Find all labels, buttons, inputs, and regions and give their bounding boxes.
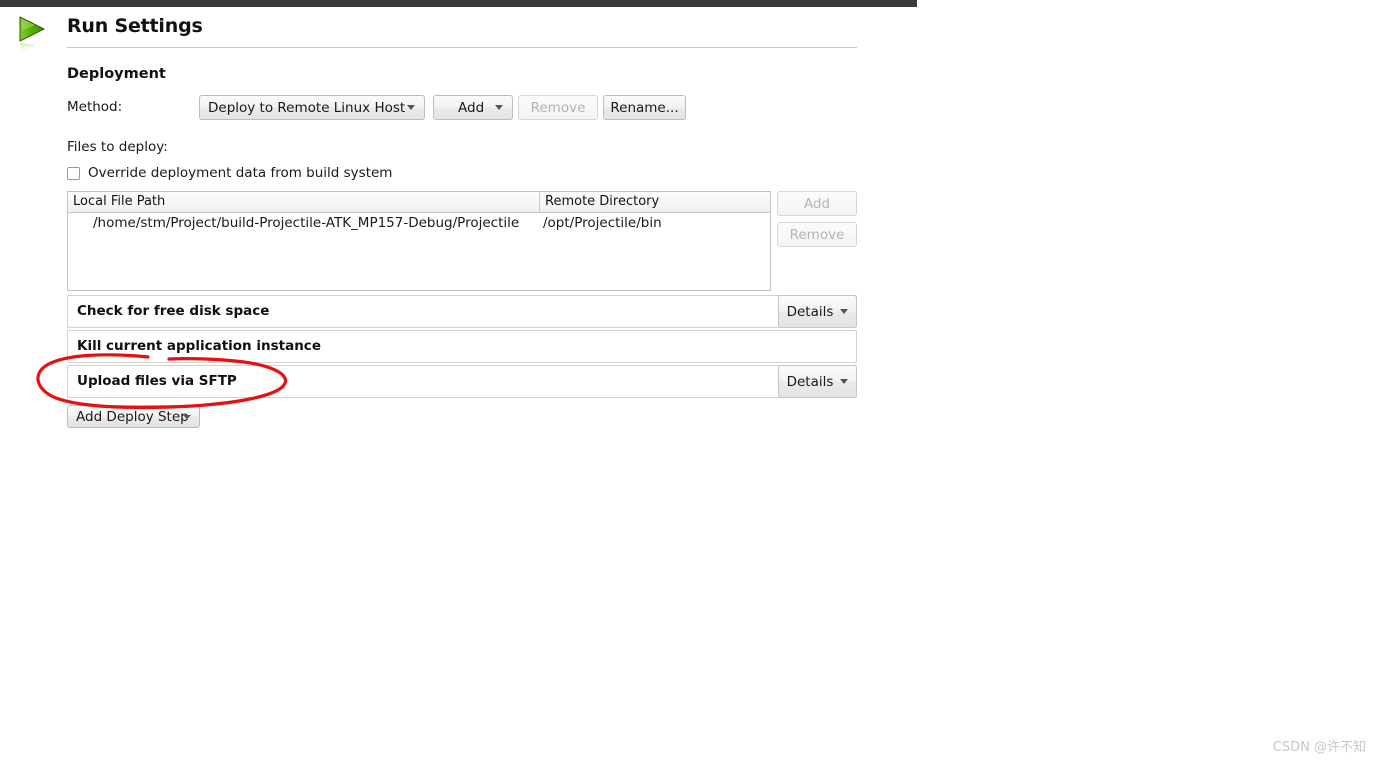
header-divider [67,47,857,48]
page-title: Run Settings [67,15,203,37]
table-row[interactable]: /home/stm/Project/build-Projectile-ATK_M… [68,213,770,234]
rename-method-button[interactable]: Rename... [603,95,686,120]
method-combobox[interactable]: Deploy to Remote Linux Host [199,95,425,120]
add-deploy-step-button-label: Add Deploy Step [76,408,189,425]
override-deployment-data-row[interactable]: Override deployment data from build syst… [67,164,392,182]
override-deployment-data-checkbox[interactable] [67,166,80,180]
column-header-remote-directory[interactable]: Remote Directory [540,192,770,212]
deployment-section-title: Deployment [67,66,166,82]
chevron-down-icon [407,105,415,110]
add-deploy-step-button[interactable]: Add Deploy Step [67,405,200,428]
files-remove-button: Remove [777,222,857,247]
chevron-down-icon [495,105,503,110]
remove-method-button: Remove [518,95,598,120]
chevron-down-icon [840,309,849,314]
cell-remote-directory: /opt/Projectile/bin [543,215,662,231]
deploy-step-title: Check for free disk space [77,303,270,319]
deploy-step-title: Upload files via SFTP [77,373,237,389]
files-to-deploy-label: Files to deploy: [67,139,168,155]
files-add-button-label: Add [803,195,831,212]
run-play-icon [19,16,45,53]
rename-method-button-label: Rename... [610,99,679,116]
method-label: Method: [67,99,123,115]
add-method-button-label: Add [458,99,485,116]
method-combobox-value: Deploy to Remote Linux Host [208,99,406,116]
deploy-step-row[interactable]: Kill current application instance [67,330,857,363]
deploy-step-row[interactable]: Check for free disk space Details [67,295,857,328]
deploy-step-details-button[interactable]: Details [778,365,857,398]
deploy-step-details-label: Details [786,373,834,390]
window-top-strip [0,0,917,7]
deploy-step-details-button[interactable]: Details [778,295,857,328]
column-header-local-file-path[interactable]: Local File Path [68,192,540,212]
remove-method-button-label: Remove [530,99,586,116]
page-header: Run Settings [0,7,880,53]
files-to-deploy-table[interactable]: Local File Path Remote Directory /home/s… [67,191,771,291]
deploy-step-details-label: Details [786,303,834,320]
chevron-down-icon [840,379,849,384]
watermark: CSDN @许不知 [1272,740,1366,755]
cell-local-file-path: /home/stm/Project/build-Projectile-ATK_M… [93,215,520,231]
chevron-down-icon [183,414,191,419]
files-table-header: Local File Path Remote Directory [68,192,770,213]
deploy-step-title: Kill current application instance [77,338,321,354]
override-deployment-data-label: Override deployment data from build syst… [88,165,393,181]
files-remove-button-label: Remove [789,226,845,243]
deploy-step-row[interactable]: Upload files via SFTP Details [67,365,857,398]
files-add-button: Add [777,191,857,216]
add-method-button[interactable]: Add [433,95,513,120]
